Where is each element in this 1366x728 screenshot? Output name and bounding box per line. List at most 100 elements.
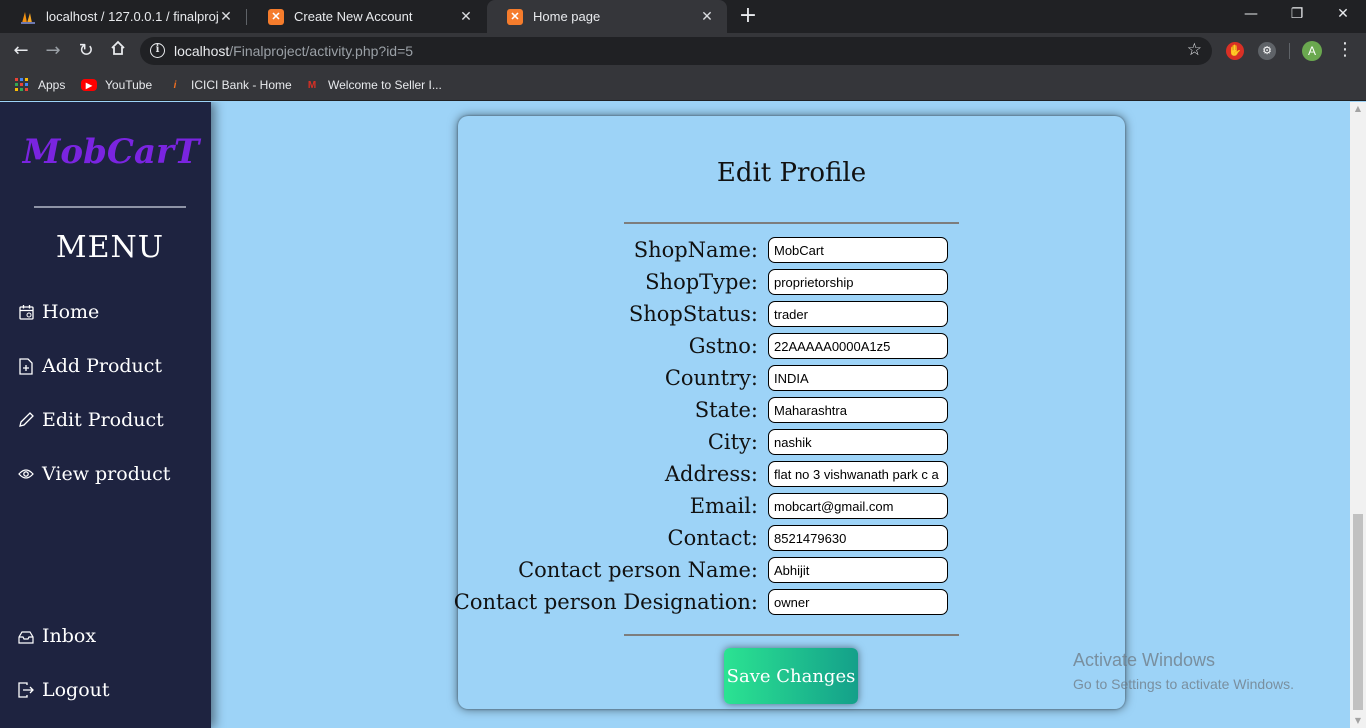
home-icon[interactable] (105, 38, 131, 64)
menu-heading: MENU (55, 230, 165, 265)
tab-divider (246, 9, 247, 25)
tab-close-icon[interactable]: ✕ (458, 8, 474, 25)
address-row: Address: (458, 461, 1125, 487)
activate-windows-title: Activate Windows (1073, 650, 1216, 670)
address-field[interactable] (768, 461, 948, 487)
gstno-field[interactable] (768, 333, 948, 359)
browser-tab-create-account[interactable]: ✕ Create New Account ✕ (248, 0, 486, 33)
sidebar: MobCarT MENU Home Add Product Edit Produ… (0, 102, 211, 728)
sidebar-item-add-product[interactable]: Add Product (18, 351, 162, 381)
brand-logo[interactable]: MobCarT (0, 132, 222, 172)
adblock-extension-icon[interactable]: ✋ (1226, 42, 1244, 60)
contact-person-name-label: Contact person Name: (518, 558, 758, 582)
bookmark-icici[interactable]: i ICICI Bank - Home (167, 75, 292, 95)
bookmark-label: Apps (38, 78, 66, 92)
sidebar-item-home[interactable]: Home (18, 297, 99, 327)
state-row: State: (458, 397, 1125, 423)
shopname-field[interactable] (768, 237, 948, 263)
contact-person-designation-row: Contact person Designation: (454, 589, 1125, 615)
browser-toolbar: ← → ↻ i localhost/Finalproject/activity.… (0, 33, 1366, 69)
gstno-label: Gstno: (688, 334, 758, 358)
shopstatus-field[interactable] (768, 301, 948, 327)
minimize-button[interactable]: — (1228, 0, 1274, 30)
scroll-down-arrow-icon[interactable]: ▼ (1350, 714, 1366, 728)
country-field[interactable] (768, 365, 948, 391)
tab-close-icon[interactable]: ✕ (699, 8, 715, 25)
contact-person-name-field[interactable] (768, 557, 948, 583)
site-info-icon[interactable]: i (150, 43, 165, 58)
email-label: Email: (689, 494, 758, 518)
eye-icon (18, 465, 34, 483)
contact-label: Contact: (667, 526, 758, 550)
city-label: City: (707, 430, 758, 454)
new-tab-button[interactable]: + (736, 4, 760, 28)
contact-person-name-row: Contact person Name: (458, 557, 1125, 583)
back-arrow-icon[interactable]: ← (8, 38, 34, 64)
url-text[interactable]: localhost/Finalproject/activity.php?id=5 (174, 43, 413, 59)
bookmark-apps[interactable]: Apps (14, 75, 65, 95)
seller-icon: M (307, 79, 317, 91)
profile-avatar[interactable]: A (1302, 41, 1322, 61)
pencil-icon (18, 411, 34, 429)
page-scrollbar[interactable]: ▲ ▼ (1350, 102, 1366, 728)
sidebar-item-label: Edit Product (42, 409, 164, 431)
window-close-button[interactable]: ✕ (1320, 0, 1366, 30)
tab-title: Home page (533, 9, 601, 24)
bookmark-label: YouTube (105, 78, 153, 92)
sidebar-item-label: View product (42, 463, 171, 485)
address-bar[interactable]: i localhost/Finalproject/activity.php?id… (140, 37, 1212, 65)
contact-person-designation-field[interactable] (768, 589, 948, 615)
xampp-icon: ✕ (268, 8, 284, 25)
icici-icon: i (173, 79, 177, 91)
browser-tab-phpmyadmin[interactable]: localhost / 127.0.0.1 / finalproject ✕ (0, 0, 246, 33)
city-row: City: (458, 429, 1125, 455)
browser-tab-home-page[interactable]: ✕ Home page ✕ (487, 0, 727, 33)
file-plus-icon (18, 357, 34, 375)
shopstatus-label: ShopStatus: (628, 302, 758, 326)
sidebar-item-label: Inbox (42, 625, 97, 647)
state-label: State: (694, 398, 758, 422)
sidebar-item-view-product[interactable]: View product (18, 459, 170, 489)
email-field[interactable] (768, 493, 948, 519)
scroll-up-arrow-icon[interactable]: ▲ (1350, 102, 1366, 116)
logo-divider (34, 206, 186, 208)
save-changes-button[interactable]: Save Changes (724, 648, 858, 704)
form-divider-top (624, 222, 959, 224)
bookmark-seller[interactable]: M Welcome to Seller I... (304, 75, 442, 95)
tab-close-icon[interactable]: ✕ (218, 8, 234, 25)
sidebar-item-logout[interactable]: Logout (18, 675, 110, 705)
shoptype-field[interactable] (768, 269, 948, 295)
reload-icon[interactable]: ↻ (73, 38, 99, 64)
state-field[interactable] (768, 397, 948, 423)
sidebar-item-edit-product[interactable]: Edit Product (18, 405, 164, 435)
shopname-label: ShopName: (633, 238, 758, 262)
bookmark-label: Welcome to Seller I... (328, 78, 442, 92)
bookmark-youtube[interactable]: ▶ YouTube (81, 75, 152, 95)
toolbar-divider (1289, 43, 1290, 59)
gstno-row: Gstno: (458, 333, 1125, 359)
sidebar-item-label: Home (42, 301, 100, 323)
forward-arrow-icon[interactable]: → (40, 38, 66, 64)
sidebar-item-label: Logout (42, 679, 110, 701)
contact-row: Contact: (458, 525, 1125, 551)
contact-field[interactable] (768, 525, 948, 551)
logout-icon (18, 681, 34, 699)
xampp-icon: ✕ (507, 8, 523, 25)
phpmyadmin-icon (20, 9, 36, 25)
extension-icon[interactable]: ⚙ (1258, 42, 1276, 60)
scrollbar-thumb[interactable] (1353, 514, 1363, 710)
shopstatus-row: ShopStatus: (458, 301, 1125, 327)
city-field[interactable] (768, 429, 948, 455)
calendar-icon (18, 303, 34, 321)
bookmark-star-icon[interactable]: ☆ (1187, 40, 1202, 60)
shoptype-row: ShopType: (458, 269, 1125, 295)
email-row: Email: (458, 493, 1125, 519)
sidebar-item-inbox[interactable]: Inbox (18, 621, 96, 651)
form-divider-bottom (624, 634, 959, 636)
country-row: Country: (458, 365, 1125, 391)
activate-windows-subtitle: Go to Settings to activate Windows. (1073, 676, 1294, 692)
maximize-button[interactable]: ❐ (1274, 0, 1320, 30)
shopname-row: ShopName: (458, 237, 1125, 263)
sidebar-item-label: Add Product (42, 355, 163, 377)
browser-menu-icon[interactable]: ⋮ (1336, 40, 1354, 60)
